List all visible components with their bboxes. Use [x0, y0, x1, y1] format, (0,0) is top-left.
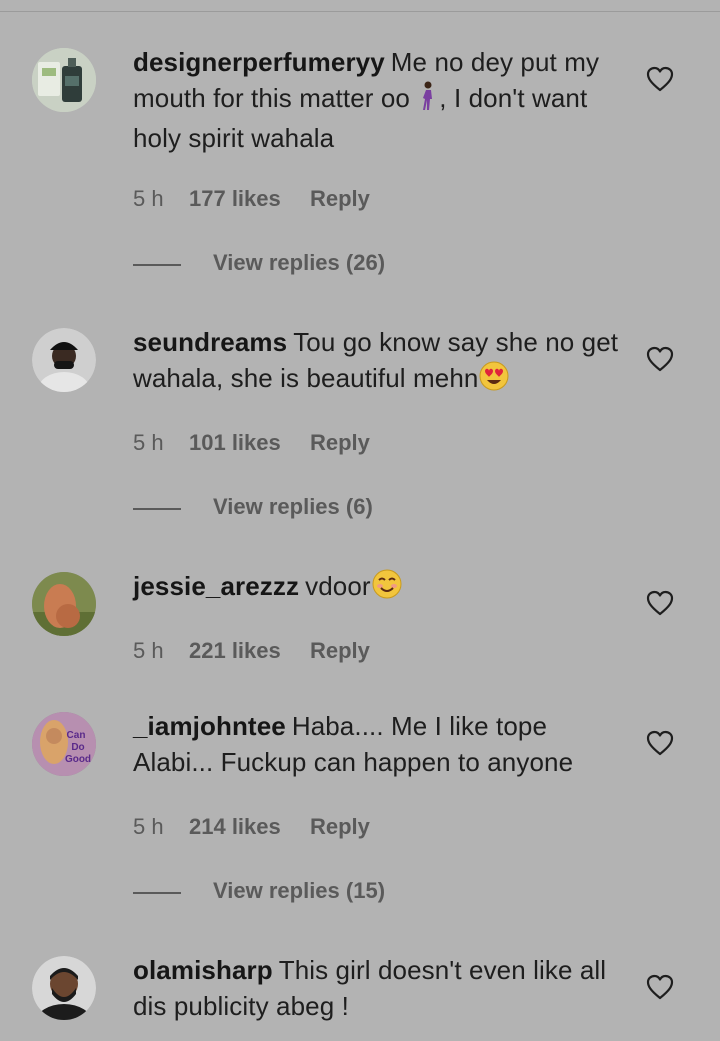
view-replies-line: [133, 264, 181, 266]
view-replies-label: View replies (15): [213, 878, 386, 903]
avatar-badge-text: Can: [67, 730, 86, 741]
comment-time: 5 h: [133, 430, 164, 455]
reply-button[interactable]: Reply: [310, 186, 370, 212]
comment-likes[interactable]: 177 likes: [189, 186, 281, 212]
view-replies-label: View replies (26): [213, 250, 386, 275]
avatar-badge-text: Good: [65, 754, 91, 765]
person-walking-emoji-icon: [417, 81, 439, 120]
like-heart-icon[interactable]: [646, 346, 674, 372]
view-replies-button[interactable]: View replies (6): [133, 494, 533, 524]
comment-body: _iamjohntee Haba.... Me I like tope Alabi…: [133, 708, 623, 780]
comment-text: seundreams Tou go know say she no get wah…: [133, 324, 623, 400]
view-replies-line: [133, 892, 181, 894]
comment-likes[interactable]: 101 likes: [189, 430, 281, 456]
comment-time: 5 h: [133, 638, 164, 663]
comment-username[interactable]: _iamjohntee: [133, 711, 286, 741]
comment-body: jessie_arezzz vdoor: [133, 568, 623, 608]
man-in-cap-avatar-icon: [32, 328, 96, 392]
reply-button[interactable]: Reply: [310, 814, 370, 840]
photo-avatar-icon: [32, 572, 96, 636]
avatar[interactable]: Can Do Good: [32, 712, 96, 776]
heart-eyes-emoji-icon: [478, 361, 510, 400]
like-heart-icon[interactable]: [646, 730, 674, 756]
comment-time: 5 h: [133, 186, 164, 211]
avatar[interactable]: [32, 48, 96, 112]
top-divider: [0, 0, 720, 12]
comment-username[interactable]: designerperfumeryy: [133, 47, 385, 77]
can-do-good-avatar-icon: Can Do Good: [32, 712, 96, 776]
view-replies-label: View replies (6): [213, 494, 373, 519]
comment-text: designerperfumeryy Me no dey put my mouth…: [133, 44, 623, 156]
comment-text: olamisharp This girl doesn't even like al…: [133, 952, 623, 1024]
comment-message: vdoor: [305, 571, 371, 601]
avatar[interactable]: [32, 328, 96, 392]
comment-body: olamisharp This girl doesn't even like al…: [133, 952, 623, 1024]
view-replies-line: [133, 508, 181, 510]
like-heart-icon[interactable]: [646, 66, 674, 92]
avatar-badge-text: Do: [71, 742, 84, 753]
avatar[interactable]: [32, 572, 96, 636]
comment-text: jessie_arezzz vdoor: [133, 568, 623, 608]
comment-likes[interactable]: 214 likes: [189, 814, 281, 840]
comment-username[interactable]: jessie_arezzz: [133, 571, 299, 601]
avatar[interactable]: [32, 956, 96, 1020]
like-heart-icon[interactable]: [646, 590, 674, 616]
perfume-bottle-avatar-icon: [32, 48, 96, 112]
comment-body: designerperfumeryy Me no dey put my mouth…: [133, 44, 623, 156]
reply-button[interactable]: Reply: [310, 638, 370, 664]
bearded-man-avatar-icon: [32, 956, 96, 1020]
comment-likes[interactable]: 221 likes: [189, 638, 281, 664]
comment-text: _iamjohntee Haba.... Me I like tope Alabi…: [133, 708, 623, 780]
comment-body: seundreams Tou go know say she no get wah…: [133, 324, 623, 400]
view-replies-button[interactable]: View replies (15): [133, 878, 533, 908]
comment-time: 5 h: [133, 814, 164, 839]
view-replies-button[interactable]: View replies (26): [133, 250, 533, 280]
like-heart-icon[interactable]: [646, 974, 674, 1000]
reply-button[interactable]: Reply: [310, 430, 370, 456]
smiling-face-emoji-icon: [371, 569, 403, 608]
comment-username[interactable]: seundreams: [133, 327, 287, 357]
comment-username[interactable]: olamisharp: [133, 955, 273, 985]
